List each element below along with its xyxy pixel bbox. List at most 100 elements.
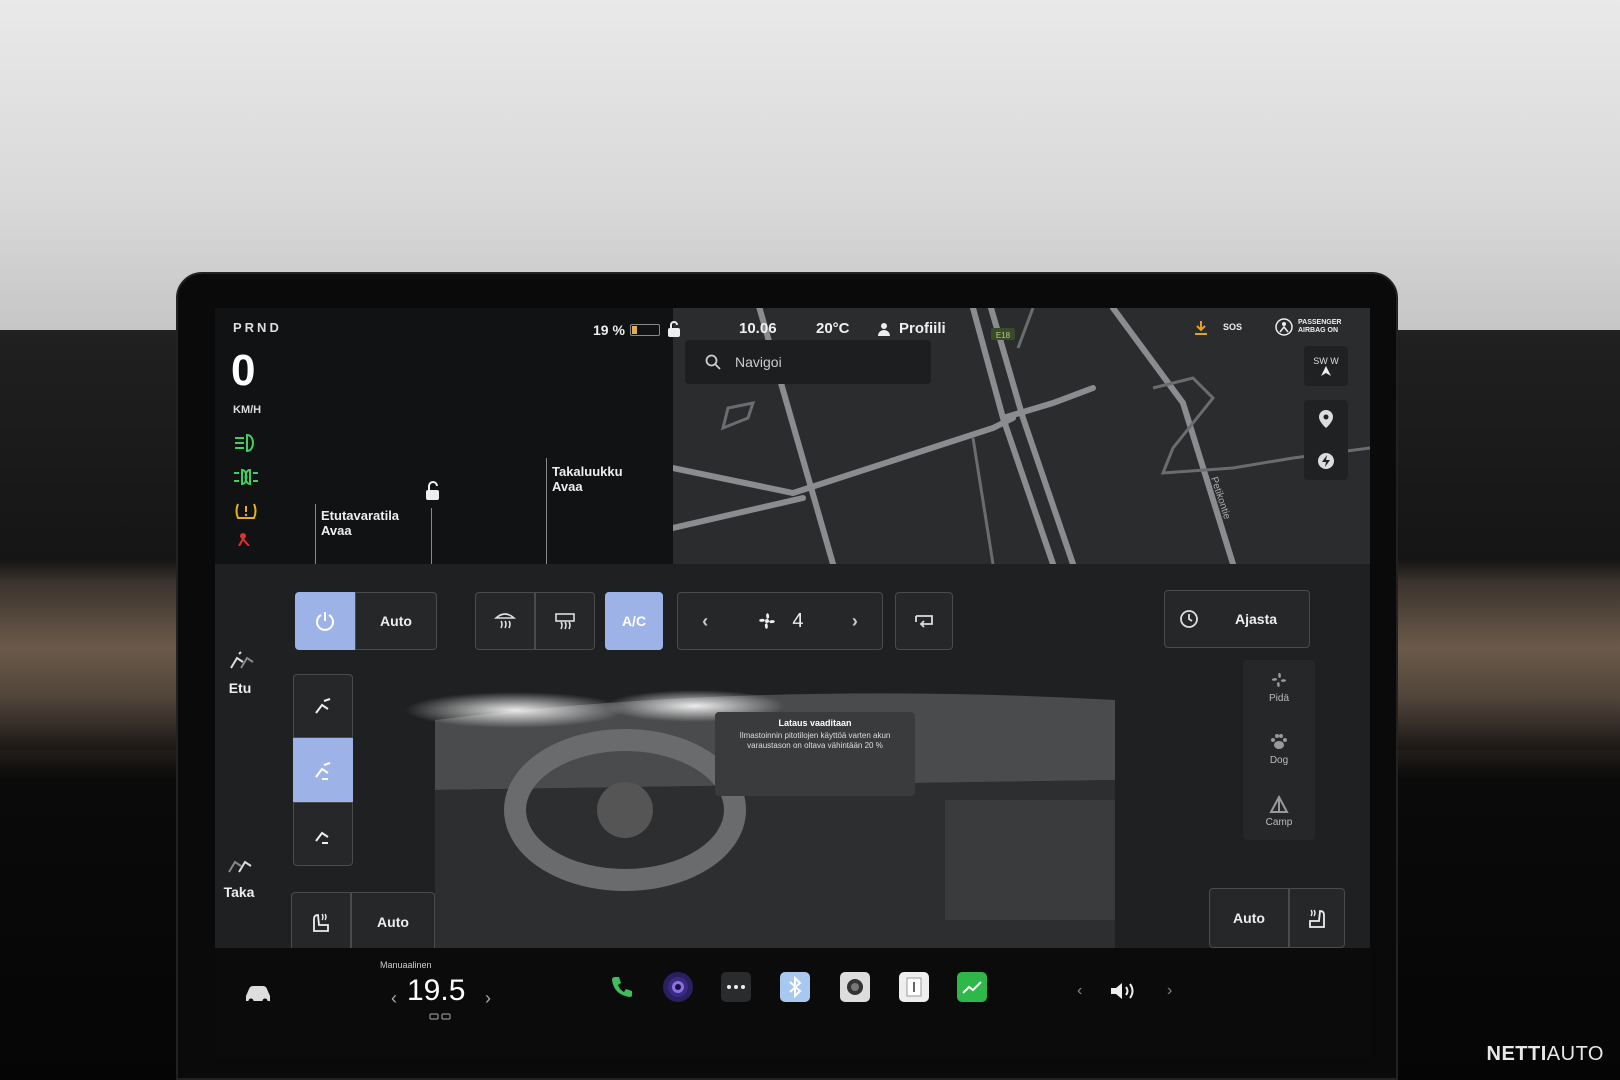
airflow-face-icon [315,698,331,714]
right-seat-heater-button[interactable] [1289,888,1345,948]
camera-button[interactable] [663,972,693,1002]
energy-app-button[interactable] [957,972,987,1002]
frunk-control[interactable]: Etutavaratila Avaa [321,508,399,538]
frunk-leader-line [315,504,316,564]
seat-heater-icon [313,913,329,932]
mode-dog-label: Dog [1269,755,1289,766]
trunk-action: Avaa [552,479,583,494]
speed-readout: 0 [231,346,256,395]
notice-title: Lataus vaaditaan [778,718,852,728]
road-badge: E18 [996,331,1011,340]
parking-light-icon [234,468,258,486]
fan-decrease-button[interactable]: ‹ [702,611,708,632]
volume-icon[interactable] [1109,980,1139,1002]
cabin-temp-value[interactable]: 19.5 [407,974,465,1008]
airbag-status: PASSENGER AIRBAG ON [1275,318,1341,336]
climate-power-button[interactable] [295,592,355,650]
unlock-icon[interactable] [421,480,443,502]
bluetooth-icon [789,976,802,998]
fan-increase-button[interactable]: › [852,611,858,632]
manual-icon [906,977,922,997]
cabin-render [405,690,1115,948]
manual-button[interactable] [899,972,929,1002]
sos-icon[interactable]: SOS [1223,322,1242,332]
compass-b: W [1330,356,1339,366]
fan-speed-control: ‹ 4 › [677,592,883,650]
right-seat-auto-button[interactable]: Auto [1209,888,1289,948]
mode-dog-button[interactable]: Dog [1249,732,1309,766]
temp-increase-button[interactable]: › [485,988,491,1009]
location-pin-icon[interactable] [1319,410,1333,428]
download-icon[interactable] [1193,320,1209,336]
mode-keep-label: Pidä [1268,693,1289,704]
paw-icon [1271,734,1287,749]
rear-defrost-button[interactable] [535,592,595,650]
schedule-button[interactable]: Ajasta [1164,590,1310,648]
seat-heater-right-icon [1309,909,1325,928]
battery-bar [629,324,660,336]
compass-a: SW [1313,356,1328,366]
airflow-face-button[interactable] [293,674,353,738]
more-dots-icon [727,985,745,989]
climate-auto-button[interactable]: Auto [355,592,437,650]
recirculation-button[interactable] [895,592,953,650]
profile-button[interactable]: Profiili [877,320,946,337]
airflow-face-feet-icon [315,762,331,780]
search-icon [705,354,721,370]
airbag-line-1: PASSENGER [1298,319,1342,326]
battery-indicator: 19 % [593,322,660,338]
watermark-bold: NETTI [1486,1043,1547,1065]
volume-increase-button[interactable]: › [1167,982,1172,1000]
temp-decrease-button[interactable]: ‹ [391,988,397,1009]
car-icon[interactable] [243,982,273,1004]
notice-body: Ilmastoinnin pitotilojen käyttöä varten … [739,731,891,750]
map-tools [1304,400,1348,480]
airflow-face-feet-button[interactable] [293,738,353,802]
dashcam-button[interactable] [840,972,870,1002]
charge-required-notice: Lataus vaaditaan Ilmastoinnin pitotiloje… [715,712,915,796]
frunk-title: Etutavaratila [321,508,400,523]
airbag-icon [1275,318,1293,336]
temp-mode-label: Manuaalinen [380,960,432,970]
compass-button[interactable]: SW W [1304,346,1348,386]
fan-speed-value: 4 [792,609,804,632]
rear-zone-label[interactable]: Taka [221,884,257,900]
recirculation-icon [915,615,933,628]
power-icon [316,612,334,631]
mode-camp-button[interactable]: Camp [1249,794,1309,828]
phone-button[interactable] [607,972,637,1002]
bluetooth-button[interactable] [780,972,810,1002]
battery-fill [631,326,638,334]
tire-pressure-warning-icon [235,503,257,519]
trunk-control[interactable]: Takaluukku Avaa [552,464,623,494]
ac-button[interactable]: A/C [605,592,663,650]
front-seat-icon[interactable] [227,650,255,672]
frunk-door-line [431,508,432,564]
front-defrost-button[interactable] [475,592,535,650]
search-placeholder: Navigoi [735,354,782,370]
outside-temperature: 20°C [816,320,850,337]
rear-defrost-icon [555,613,575,630]
front-zone-label[interactable]: Etu [225,680,255,696]
camera-lens-icon [668,977,688,997]
fan-keep-icon [1271,672,1287,688]
lock-icon[interactable] [665,320,683,342]
watermark-logo: NETTIAUTO [1487,1043,1604,1066]
dashcam-icon [847,979,863,995]
frunk-action: Avaa [321,523,352,538]
chart-line-icon [962,981,982,994]
seatbelt-warning-icon [238,533,250,546]
more-apps-button[interactable] [721,972,751,1002]
rear-seat-icon[interactable] [225,854,253,876]
battery-percent: 19 % [593,322,625,338]
clock-icon [1180,610,1198,628]
front-defrost-icon [494,613,516,629]
trunk-leader-line [546,458,547,564]
airflow-feet-button[interactable] [293,802,353,866]
volume-decrease-button[interactable]: ‹ [1077,982,1082,1000]
mode-keep-button[interactable]: Pidä [1249,670,1309,704]
navigation-search[interactable]: Navigoi [685,340,931,384]
left-seat-heater-button[interactable] [291,892,351,952]
charging-station-icon[interactable] [1317,452,1335,470]
left-seat-auto-button[interactable]: Auto [351,892,435,952]
